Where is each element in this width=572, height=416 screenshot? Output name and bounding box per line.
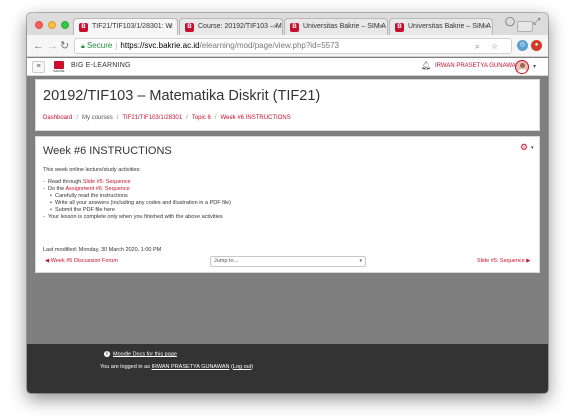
bookmark-star-icon[interactable]: ☆: [491, 40, 498, 54]
logo-word: BAKRIE: [53, 69, 65, 73]
browser-tab-3[interactable]: B Universitas Bakrie – SIM A ×: [284, 18, 388, 35]
back-icon[interactable]: ←: [33, 39, 44, 53]
new-tab-button[interactable]: [517, 21, 533, 32]
browser-tab-2[interactable]: B Course: 20192/TIF103 – M ×: [179, 18, 283, 35]
breadcrumb-dashboard[interactable]: Dashboard: [43, 115, 72, 121]
site-brand[interactable]: BIG E-LEARNING: [71, 62, 131, 69]
breadcrumb-my-courses[interactable]: My courses: [82, 115, 113, 121]
menu-toggle-icon[interactable]: ≡: [32, 61, 45, 73]
url-host: https://svc.bakrie.ac.id: [120, 41, 200, 50]
caret-right-icon: ▶: [524, 258, 531, 264]
breadcrumb-separator: /: [186, 115, 188, 121]
content-title: Week #6 INSTRUCTIONS: [43, 145, 172, 157]
gear-icon[interactable]: ⚙: [520, 142, 528, 153]
address-bar[interactable]: 🔒︎ Secure | https://svc.bakrie.ac.id/elear…: [74, 38, 512, 54]
tab-title: Universitas Bakrie – SIM A: [303, 23, 386, 30]
logged-in-info: You are logged in as IRWAN PRASETYA GUNA…: [100, 364, 254, 370]
last-modified: Last modified: Monday, 30 March 2020, 1:…: [43, 247, 162, 253]
breadcrumb-topic[interactable]: Topic 6: [192, 115, 211, 121]
browser-window: B TIF21/TIF103/1/28301: W × B Course: 20…: [27, 13, 548, 393]
list-item: • Submit the PDF file here: [50, 207, 115, 213]
chevron-down-icon: ▾: [359, 258, 362, 264]
site-navbar: ≡ BAKRIE BIG E-LEARNING 🔔︎ IRWAN PRASETY…: [27, 58, 548, 76]
intro-text: This week online lecture/study activitie…: [43, 167, 141, 173]
user-menu-name[interactable]: IRWAN PRASETYA GUNAWAN: [435, 63, 520, 69]
bakrie-favicon-icon: B: [395, 23, 404, 32]
logout-link[interactable]: Log out: [233, 364, 251, 370]
breadcrumb-separator: /: [116, 115, 119, 121]
breadcrumb: Dashboard / My courses / TIF21/TIF103/1/2830…: [43, 115, 291, 121]
tab-close-icon[interactable]: ×: [273, 19, 278, 35]
tab-strip: B TIF21/TIF103/1/28301: W × B Course: 20…: [27, 13, 548, 35]
logo-mark-icon: [54, 61, 64, 69]
tab-title: TIF21/TIF103/1/28301: W: [92, 23, 173, 30]
next-activity-link[interactable]: Slide #5: Sequence ▶: [477, 258, 530, 264]
chevron-down-icon[interactable]: ▾: [531, 145, 534, 151]
extension-icon[interactable]: ◎: [517, 40, 528, 51]
browser-tab-4[interactable]: B Universitas Bakrie – SIM A ×: [389, 18, 493, 35]
moodle-docs-link[interactable]: i Moodle Docs for this page: [104, 351, 177, 357]
close-window-button[interactable]: [35, 21, 43, 29]
url-path: /elearning/mod/page/view.php?id=5573: [199, 41, 340, 50]
list-item: - Your lesson is complete only when you f…: [43, 214, 223, 220]
breadcrumb-course[interactable]: TIF21/TIF103/1/28301: [122, 115, 182, 121]
zoom-icon[interactable]: ⌕: [475, 40, 479, 54]
lock-icon: 🔒︎: [81, 43, 85, 50]
previous-activity-link[interactable]: ◀ Week #5 Discussion Forum: [45, 258, 118, 264]
secure-label: Secure: [86, 41, 113, 50]
minimize-window-button[interactable]: [48, 21, 56, 29]
adblock-icon[interactable]: ●: [531, 40, 542, 51]
slide-link[interactable]: Slide #5: Sequence: [83, 179, 131, 185]
zoom-window-button[interactable]: [61, 21, 69, 29]
fullscreen-icon[interactable]: ⤢: [533, 16, 540, 27]
avatar-head: [520, 63, 525, 68]
breadcrumb-separator: /: [214, 115, 217, 121]
forward-icon[interactable]: →: [47, 39, 58, 53]
page-footer: i Moodle Docs for this page You are logge…: [27, 344, 548, 393]
browser-toolbar: ← → ↻ 🔒︎ Secure | https://svc.bakrie.ac.id…: [27, 35, 548, 57]
chevron-down-icon[interactable]: ▾: [533, 63, 536, 70]
tab-title: Universitas Bakrie – SIM A: [408, 23, 491, 30]
moodle-favicon-icon: B: [79, 23, 88, 32]
bakrie-favicon-icon: B: [290, 23, 299, 32]
page-header: 20192/TIF103 – Matematika Diskrit (TIF21…: [35, 79, 540, 131]
main-content: Week #6 INSTRUCTIONS ⚙ ▾ This week onlin…: [35, 136, 540, 273]
breadcrumb-separator: /: [76, 115, 79, 121]
tab-close-icon[interactable]: ×: [168, 19, 173, 35]
avatar-body: [518, 69, 527, 73]
page-title: 20192/TIF103 – Matematika Diskrit (TIF21…: [43, 88, 321, 104]
jump-to-select[interactable]: Jump to... ▾: [210, 256, 366, 267]
profile-link[interactable]: IRWAN PRASETYA GUNAWAN: [151, 364, 229, 370]
profile-icon[interactable]: ◯: [505, 16, 515, 27]
reload-icon[interactable]: ↻: [60, 39, 69, 53]
info-icon: i: [104, 351, 110, 357]
tab-close-icon[interactable]: ×: [483, 19, 488, 35]
assignment-link[interactable]: Assignment #6: Sequence: [65, 186, 129, 192]
moodle-favicon-icon: B: [185, 23, 194, 32]
list-item: - Do the Assignment #6: Sequence: [43, 186, 130, 192]
breadcrumb-current[interactable]: Week #6 INSTRUCTIONS: [220, 115, 290, 121]
list-item: • Write all your answers (including any c…: [50, 200, 231, 206]
address-separator: |: [115, 41, 118, 50]
tab-title: Course: 20192/TIF103 – M: [198, 23, 282, 30]
tab-close-icon[interactable]: ×: [378, 19, 383, 35]
notification-bell-icon[interactable]: 🔔︎: [421, 61, 431, 70]
list-item: • Carefully read the instructions: [50, 193, 128, 199]
browser-tab-1[interactable]: B TIF21/TIF103/1/28301: W ×: [73, 18, 178, 35]
list-item: - Read through Slide #5: Sequence: [43, 179, 131, 185]
avatar[interactable]: [515, 60, 529, 74]
bakrie-logo[interactable]: BAKRIE: [53, 61, 65, 73]
